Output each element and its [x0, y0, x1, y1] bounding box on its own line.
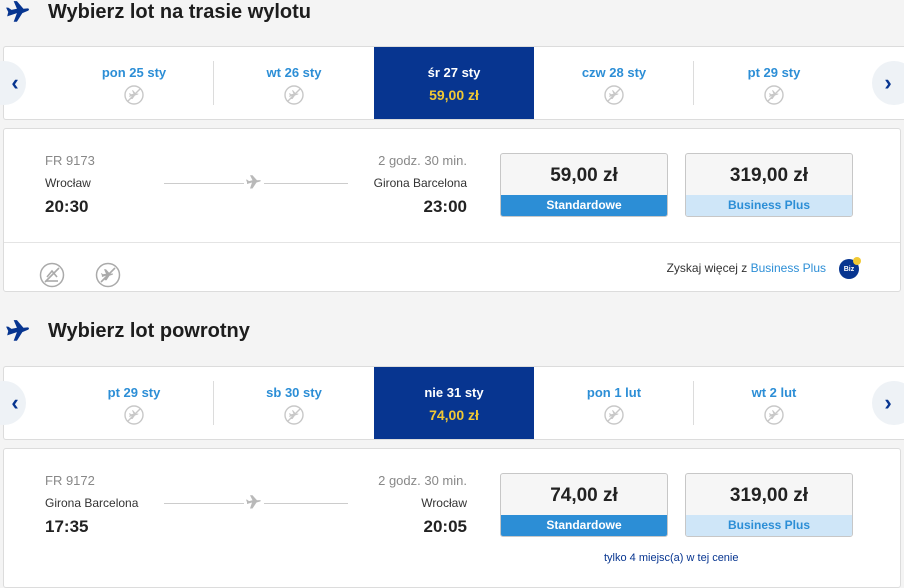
route-plane-icon — [244, 173, 264, 193]
outbound-flight-card: FR 9173 Wrocław 20:30 2 godz. 30 min. Gi… — [3, 128, 901, 292]
fare-price: 319,00 zł — [729, 165, 809, 186]
business-fare-button[interactable]: 319,00 zł Business Plus — [685, 473, 853, 537]
flight-number: FR 9173 — [45, 153, 95, 168]
destination-airport: Girona Barcelona — [373, 176, 467, 190]
day-label: sb 30 sty — [266, 385, 322, 400]
fare-tier-label: Standardowe — [501, 515, 667, 536]
return-prev-dates-button[interactable]: ‹ — [0, 381, 26, 425]
chevron-right-icon: › — [884, 390, 892, 415]
departure-time: 17:35 — [45, 517, 89, 536]
route-line — [164, 493, 348, 513]
fare-tier-label: Business Plus — [686, 195, 852, 216]
route-line — [164, 173, 348, 193]
no-flight-icon — [604, 85, 624, 105]
return-day-1[interactable]: sb 30 sty — [214, 367, 374, 439]
return-header: Wybierz lot powrotny — [0, 311, 904, 351]
no-flight-icon — [764, 405, 784, 425]
chevron-left-icon: ‹ — [11, 70, 19, 95]
day-label: czw 28 sty — [581, 65, 647, 80]
fare-price: 74,00 zł — [550, 485, 618, 506]
flight-number: FR 9172 — [45, 473, 95, 488]
flight-duration: 2 godz. 30 min. — [378, 153, 467, 168]
standard-fare-button[interactable]: 74,00 zł Standardowe — [500, 473, 668, 537]
day-label: pon 25 sty — [101, 65, 167, 80]
chevron-left-icon: ‹ — [11, 390, 19, 415]
outbound-date-strip: ‹ pon 25 sty wt 26 sty śr 27 sty 59,00 z… — [0, 46, 904, 120]
origin-airport: Girona Barcelona — [45, 496, 139, 510]
return-next-dates-button[interactable]: › — [872, 381, 904, 425]
route-plane-icon — [244, 493, 264, 513]
outbound-day-4[interactable]: pt 29 sty — [694, 47, 854, 119]
no-checked-bag-icon — [39, 262, 65, 288]
day-label: pon 1 lut — [586, 385, 642, 400]
no-priority-icon — [95, 262, 121, 288]
return-flight-card: FR 9172 Girona Barcelona 17:35 2 godz. 3… — [3, 448, 901, 588]
chevron-right-icon: › — [884, 70, 892, 95]
outbound-day-3[interactable]: czw 28 sty — [534, 47, 694, 119]
card-divider — [4, 242, 900, 243]
outbound-header: Wybierz lot na trasie wylotu — [0, 0, 904, 32]
return-plane-icon — [6, 320, 29, 341]
return-day-selected[interactable]: nie 31 sty 74,00 zł — [374, 367, 534, 439]
return-day-0[interactable]: pt 29 sty — [54, 367, 214, 439]
destination-airport: Wrocław — [421, 496, 467, 510]
day-label: nie 31 sty — [424, 385, 484, 400]
outbound-prev-dates-button[interactable]: ‹ — [0, 61, 26, 105]
upsell-message: Zyskaj więcej z Business Plus — [667, 261, 826, 275]
arrival-time: 20:05 — [423, 517, 467, 536]
no-flight-icon — [284, 85, 304, 105]
day-label: wt 2 lut — [751, 385, 797, 400]
no-flight-icon — [764, 85, 784, 105]
no-flight-icon — [124, 85, 144, 105]
fare-price: 59,00 zł — [550, 165, 618, 186]
day-price: 74,00 zł — [429, 407, 479, 423]
departure-time: 20:30 — [45, 197, 89, 216]
standard-fare-button[interactable]: 59,00 zł Standardowe — [500, 153, 668, 217]
origin-airport: Wrocław — [45, 176, 91, 190]
seats-remaining-note: tylko 4 miejsc(a) w tej cenie — [604, 552, 739, 564]
day-label: pt 29 sty — [747, 65, 801, 80]
outbound-day-1[interactable]: wt 26 sty — [214, 47, 374, 119]
day-label: pt 29 sty — [107, 385, 161, 400]
day-label: wt 26 sty — [266, 65, 322, 80]
upsell-business-plus-link[interactable]: Business Plus — [751, 261, 826, 275]
day-label: śr 27 sty — [427, 65, 481, 80]
outbound-day-selected[interactable]: śr 27 sty 59,00 zł — [374, 47, 534, 119]
outbound-day-0[interactable]: pon 25 sty — [54, 47, 214, 119]
no-flight-icon — [604, 405, 624, 425]
no-flight-icon — [124, 405, 144, 425]
outbound-next-dates-button[interactable]: › — [872, 61, 904, 105]
badge-text: Biz — [843, 265, 855, 273]
upsell-text: Zyskaj więcej z — [666, 261, 751, 275]
business-plus-badge-icon: Biz — [839, 257, 861, 279]
business-fare-button[interactable]: 319,00 zł Business Plus — [685, 153, 853, 217]
fare-tier-label: Standardowe — [501, 195, 667, 216]
return-title: Wybierz lot powrotny — [48, 319, 250, 342]
return-day-3[interactable]: pon 1 lut — [534, 367, 694, 439]
day-price: 59,00 zł — [429, 87, 479, 103]
fare-price: 319,00 zł — [729, 485, 809, 506]
return-day-4[interactable]: wt 2 lut — [694, 367, 854, 439]
flight-duration: 2 godz. 30 min. — [378, 473, 467, 488]
fare-tier-label: Business Plus — [686, 515, 852, 536]
return-date-strip: ‹ pt 29 sty sb 30 sty nie 31 sty 74,00 z… — [0, 366, 904, 440]
departure-plane-icon — [6, 1, 29, 22]
arrival-time: 23:00 — [423, 197, 467, 216]
outbound-title: Wybierz lot na trasie wylotu — [48, 0, 312, 23]
no-flight-icon — [284, 405, 304, 425]
